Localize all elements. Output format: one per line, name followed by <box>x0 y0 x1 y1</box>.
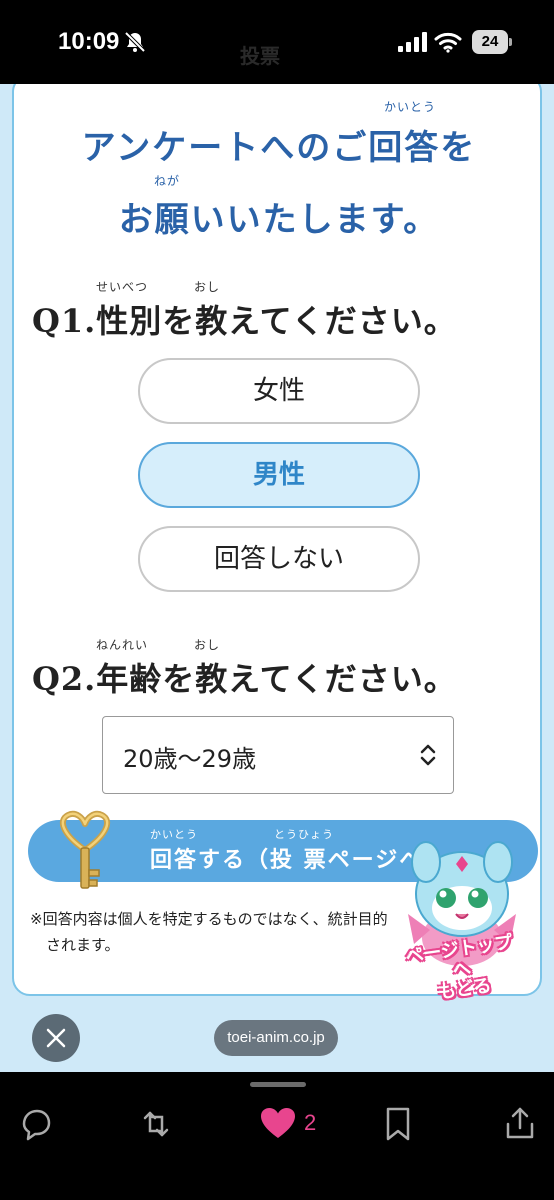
submit-ruby-kaitou: かいとう <box>150 828 198 841</box>
status-time: 10:09 <box>58 28 120 55</box>
close-browser-button[interactable] <box>32 1014 80 1062</box>
privacy-note-line2: されます。 <box>46 936 120 954</box>
retweet-icon[interactable] <box>136 1104 176 1144</box>
home-indicator <box>250 1082 306 1087</box>
share-icon[interactable] <box>500 1104 540 1144</box>
ghost-title: 投票 <box>240 44 280 68</box>
title-ruby-nega: ねが <box>154 174 181 188</box>
wifi-icon <box>434 32 462 53</box>
heart-key-icon <box>59 810 111 889</box>
title-ruby-kaitou: かいとう <box>384 100 437 114</box>
question-gender: Q1.性別を教えてください。 <box>32 302 457 340</box>
bell-off-icon <box>124 31 146 53</box>
battery-indicator: 24 <box>472 30 512 54</box>
like-count: 2 <box>304 1110 317 1135</box>
option-female[interactable]: 女性 <box>138 358 420 424</box>
battery-tip <box>509 38 512 46</box>
reply-icon[interactable] <box>16 1104 56 1144</box>
option-male[interactable]: 男性 <box>138 442 420 508</box>
cellular-signal-icon <box>398 32 427 52</box>
age-select-value: 20歳～29歳 <box>123 745 257 773</box>
survey-title-line1: アンケートへのご回答を <box>81 128 477 168</box>
age-select[interactable]: 20歳～29歳 <box>102 716 454 794</box>
privacy-note: ※回答内容は個人を特定するものではなく、統計目的 されます。 <box>30 906 450 958</box>
privacy-note-line1: ※回答内容は個人を特定するものではなく、統計目的 <box>30 910 388 928</box>
chevron-updown-icon <box>420 744 436 766</box>
option-no-answer[interactable]: 回答しない <box>138 526 420 592</box>
close-icon <box>46 1028 66 1048</box>
survey-page: かいとう アンケートへのご回答を ねが お願いいたします。 せいべつ おし Q1… <box>0 84 554 1072</box>
q1-ruby-oshi: おし <box>194 280 221 294</box>
survey-title-line2: お願いいたします。 <box>118 200 440 240</box>
q2-ruby-oshi: おし <box>194 638 221 652</box>
like-heart-icon[interactable] <box>258 1104 298 1144</box>
q2-ruby-nenrei: ねんれい <box>96 638 149 652</box>
tweet-action-bar: 2 <box>0 1072 554 1200</box>
submit-ruby-touhyou: とうひょう <box>274 828 334 841</box>
question-age: Q2.年齢を教えてください。 <box>32 660 457 698</box>
status-bar: 10:09 投票 24 <box>0 0 554 84</box>
bookmark-icon[interactable] <box>378 1104 418 1144</box>
battery-level: 24 <box>472 30 508 54</box>
q1-ruby-seibetsu: せいべつ <box>96 280 149 294</box>
url-pill[interactable]: toei-anim.co.jp <box>214 1020 338 1056</box>
